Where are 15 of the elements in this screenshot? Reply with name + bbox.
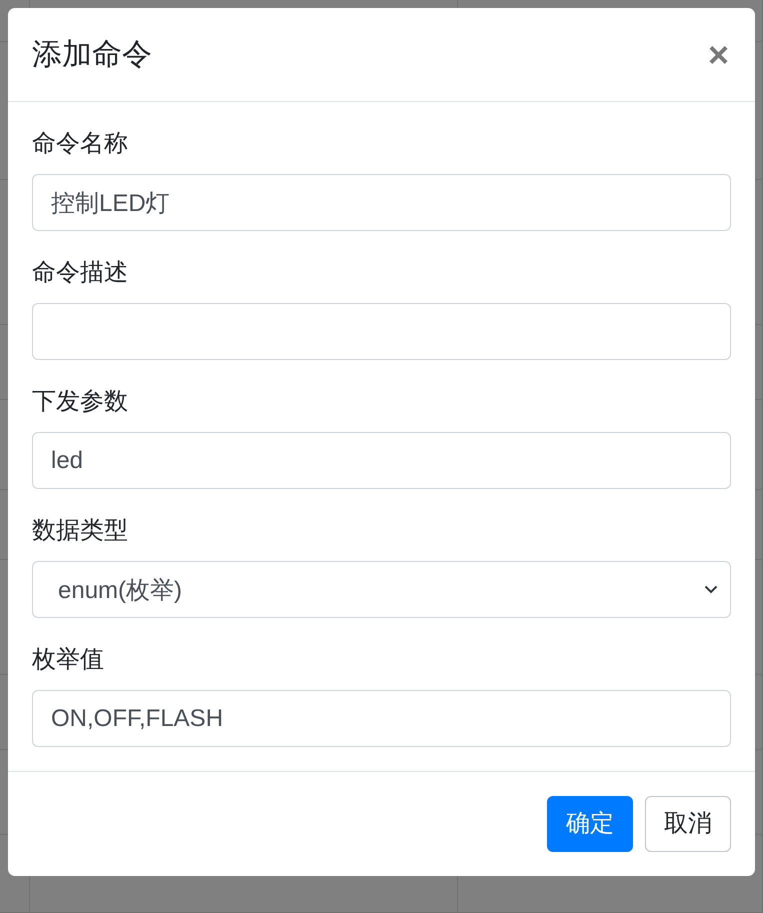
input-field[interactable]: led bbox=[32, 432, 731, 489]
input-field[interactable]: 控制LED灯 bbox=[32, 174, 731, 231]
dialog-title: 添加命令 bbox=[32, 37, 152, 73]
input-field[interactable] bbox=[32, 303, 731, 360]
field-label: 下发参数 bbox=[32, 387, 128, 417]
field-label: 枚举值 bbox=[32, 645, 104, 675]
close-button[interactable]: × bbox=[706, 36, 731, 72]
cancel-button[interactable]: 取消 bbox=[645, 796, 731, 852]
confirm-button[interactable]: 确定 bbox=[547, 796, 633, 852]
field-label: 命令描述 bbox=[32, 258, 128, 288]
input-field[interactable]: ON,OFF,FLASH bbox=[32, 690, 731, 747]
chevron-down-icon bbox=[704, 585, 718, 594]
field-label: 命令名称 bbox=[32, 129, 128, 159]
field-label: 数据类型 bbox=[32, 516, 128, 546]
select-field[interactable]: enum(枚举) bbox=[32, 561, 731, 618]
